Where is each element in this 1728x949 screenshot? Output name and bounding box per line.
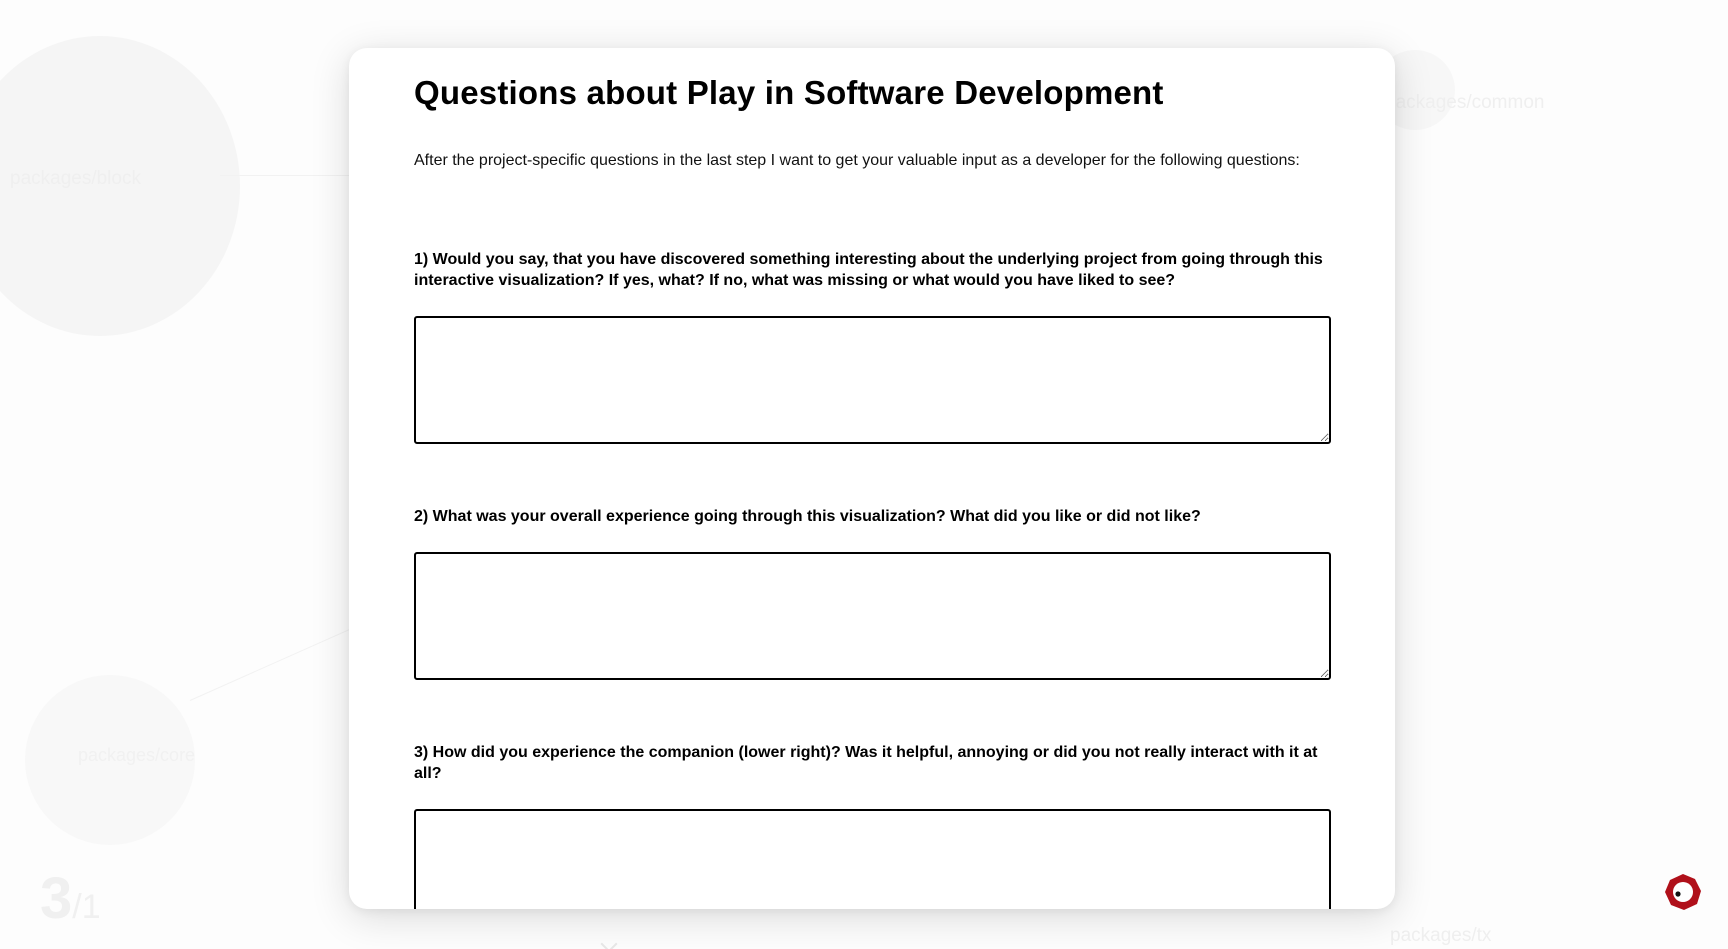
background-node-label: packages/common	[1385, 92, 1545, 113]
step-counter-current: 3	[40, 866, 73, 931]
chevron-down-icon	[600, 935, 618, 949]
dialog-title: Questions about Play in Software Develop…	[414, 74, 1164, 111]
background-edge	[189, 618, 373, 701]
questionnaire-dialog: Questions about Play in Software Develop…	[349, 48, 1395, 909]
background-node-label: packages/block	[10, 168, 141, 189]
visualization-background: packages/block packages/common packages/…	[0, 0, 1728, 949]
question-3-answer-field[interactable]	[414, 809, 1331, 909]
background-node-label: packages/tx	[1390, 925, 1492, 946]
question-1-label: 1) Would you say, that you have discover…	[414, 251, 1323, 289]
step-counter: 3/1	[40, 865, 101, 932]
question-1-answer-field[interactable]	[414, 316, 1331, 444]
step-counter-total: /1	[72, 888, 101, 926]
question-3-label: 3) How did you experience the companion …	[414, 744, 1318, 782]
companion-button[interactable]	[1664, 873, 1702, 911]
question-2-answer-field[interactable]	[414, 552, 1331, 680]
background-edge	[220, 175, 350, 176]
companion-icon	[1665, 874, 1701, 910]
question-2-label: 2) What was your overall experience goin…	[414, 508, 1201, 525]
dialog-intro: After the project-specific questions in …	[414, 152, 1300, 169]
background-node-label: packages/core	[78, 745, 196, 765]
